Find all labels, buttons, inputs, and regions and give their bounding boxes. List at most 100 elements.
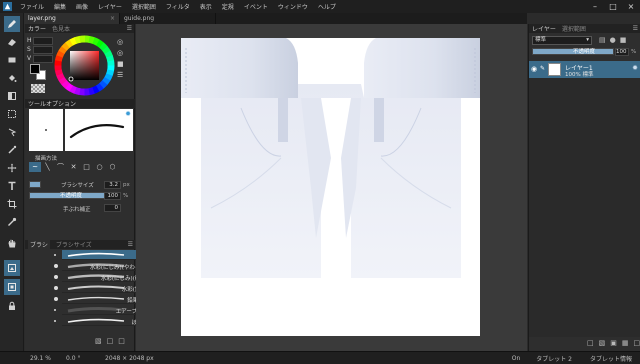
lock-alpha-icon[interactable]: ▤ [599, 36, 606, 44]
ellipse-draw-icon[interactable]: ○ [93, 162, 106, 172]
hand-tool-icon[interactable] [4, 235, 20, 251]
brush-size-label: ブラシサイズ [61, 183, 94, 189]
close-icon[interactable]: × [622, 0, 640, 13]
transparent-swatch[interactable] [31, 84, 45, 93]
color-mode-target-icon[interactable]: ◎ [117, 38, 124, 49]
trash-icon[interactable]: □ [118, 337, 125, 345]
rotation-angle[interactable]: 0.0 ° [66, 355, 91, 362]
polyline-icon[interactable]: ✕ [67, 162, 80, 172]
menu-help[interactable]: ヘルプ [318, 2, 336, 11]
app-logo-icon [3, 2, 12, 11]
layer-lock-buttons: ▤ ● ■ [599, 36, 626, 44]
tool-options-title: ツールオプション [28, 101, 77, 108]
layer-opacity-slider[interactable]: 不透明度 [532, 48, 614, 55]
color-panel-title[interactable]: カラー [28, 24, 46, 33]
text-tool-icon[interactable] [4, 178, 20, 194]
tab-layer-png[interactable]: layer.png × [24, 13, 120, 24]
close-tab-icon[interactable]: × [110, 15, 115, 22]
status-on: On [511, 354, 521, 362]
tool-opacity-input[interactable]: 100 [104, 192, 121, 200]
polygon-draw-icon[interactable]: ⬡ [106, 162, 119, 172]
layer-row[interactable]: ◉ ✎ レイヤー1 100% 標準 ✹ [529, 61, 640, 78]
folder-icon[interactable]: ▧ [95, 337, 102, 345]
color-wheel[interactable] [54, 35, 115, 96]
menu-layer[interactable]: レイヤー [98, 2, 122, 11]
menu-edit[interactable]: 編集 [54, 2, 66, 11]
document-tabs: layer.png × guide.png [24, 13, 527, 24]
tab-brush[interactable]: ブラシ [28, 240, 50, 249]
h-input[interactable] [33, 36, 53, 45]
zoom-level[interactable]: 29.1 % [30, 355, 60, 362]
menu-file[interactable]: ファイル [20, 2, 44, 11]
brush-panel-header: ブラシ ブラシサイズ ☰ [25, 240, 135, 249]
v-input[interactable] [33, 54, 53, 63]
menu-view[interactable]: 表示 [200, 2, 212, 11]
color-swatches [30, 64, 46, 80]
tab-layers[interactable]: レイヤー [532, 24, 556, 33]
menu-ruler[interactable]: 定規 [222, 2, 234, 11]
pen-tool-icon[interactable] [4, 16, 20, 32]
rectangle-tool-icon[interactable] [4, 52, 20, 68]
swatches-tab[interactable]: 色見本 [52, 24, 70, 33]
tool-options-header: ツールオプション [25, 99, 135, 108]
s-input[interactable] [33, 45, 53, 54]
folder-icon[interactable]: ▧ [599, 339, 606, 347]
mask-icon[interactable]: ▣ [610, 339, 617, 347]
brush-size-unit: px [123, 182, 130, 188]
duplicate-icon[interactable]: ▦ [622, 339, 629, 347]
visibility-eye-icon[interactable]: ◉ [531, 65, 537, 73]
stabilizer-input[interactable]: 0 [104, 204, 121, 212]
color-mode-wheel-icon[interactable]: ◎ [117, 49, 124, 60]
new-layer-icon[interactable]: □ [587, 339, 594, 347]
fill-tool-icon[interactable] [4, 70, 20, 86]
color-mode-list-icon[interactable]: ☰ [117, 71, 124, 82]
drawing-canvas[interactable] [181, 38, 480, 336]
menu-window[interactable]: ウィンドウ [278, 2, 308, 11]
menu-image[interactable]: 画像 [76, 2, 88, 11]
lasso-tool-icon[interactable] [4, 124, 20, 140]
lock-icon[interactable] [4, 298, 20, 314]
clip-icon[interactable]: ■ [620, 36, 627, 44]
layer-mode-icon[interactable] [4, 279, 20, 295]
menu-filter[interactable]: フィルタ [166, 2, 190, 11]
rect-draw-icon[interactable]: □ [80, 162, 93, 172]
maximize-icon[interactable]: □ [604, 0, 622, 13]
selection-tool-icon[interactable] [4, 106, 20, 122]
menu-event[interactable]: イベント [244, 2, 268, 11]
line-icon[interactable]: ╲ [41, 162, 54, 172]
brush-stroke-preview: ✹ [65, 109, 133, 151]
freehand-icon[interactable]: ~ [29, 162, 41, 172]
tab-label: guide.png [124, 15, 155, 22]
brush-size-slider[interactable] [29, 181, 41, 188]
brush-size-input[interactable]: 3.2 [104, 181, 121, 189]
magic-wand-tool-icon[interactable] [4, 142, 20, 158]
gradient-tool-icon[interactable] [4, 88, 20, 104]
panel-menu-icon[interactable]: ☰ [127, 25, 132, 32]
minimize-icon[interactable]: – [586, 0, 604, 13]
layer-opacity-input[interactable]: 100 [615, 48, 629, 56]
curve-icon[interactable]: ⌒ [54, 162, 67, 172]
tool-opacity-label: 不透明度 [60, 193, 83, 199]
tab-guide-png[interactable]: guide.png [120, 13, 216, 24]
tab-brush-size[interactable]: ブラシサイズ [56, 240, 92, 249]
layer-settings-icon[interactable]: ✹ [632, 64, 638, 72]
new-brush-icon[interactable]: □ [107, 337, 114, 345]
panel-menu-icon[interactable]: ☰ [633, 25, 638, 32]
lock-icon[interactable]: ● [610, 36, 616, 44]
blend-mode-select[interactable]: 標準 ▾ [532, 36, 592, 45]
crop-tool-icon[interactable] [4, 196, 20, 212]
tablet-info[interactable]: タブレット情報 [590, 354, 632, 363]
draw-method-label: 描画方法 [35, 156, 58, 162]
menu-select[interactable]: 選択範囲 [132, 2, 156, 11]
primary-color-swatch[interactable] [30, 64, 40, 74]
brush-panel-footer: ▧ □ □ [95, 337, 125, 345]
settings-gear-icon[interactable]: ✹ [125, 110, 131, 118]
color-mode-square-icon[interactable]: ■ [117, 60, 124, 71]
eraser-tool-icon[interactable] [4, 34, 20, 50]
mask-toggle-icon[interactable] [4, 260, 20, 276]
trash-icon[interactable]: □ [634, 339, 640, 347]
tab-selection[interactable]: 選択範囲 [562, 24, 586, 33]
eyedropper-tool-icon[interactable] [4, 214, 20, 230]
panel-menu-icon[interactable]: ☰ [128, 241, 133, 248]
move-tool-icon[interactable] [4, 160, 20, 176]
